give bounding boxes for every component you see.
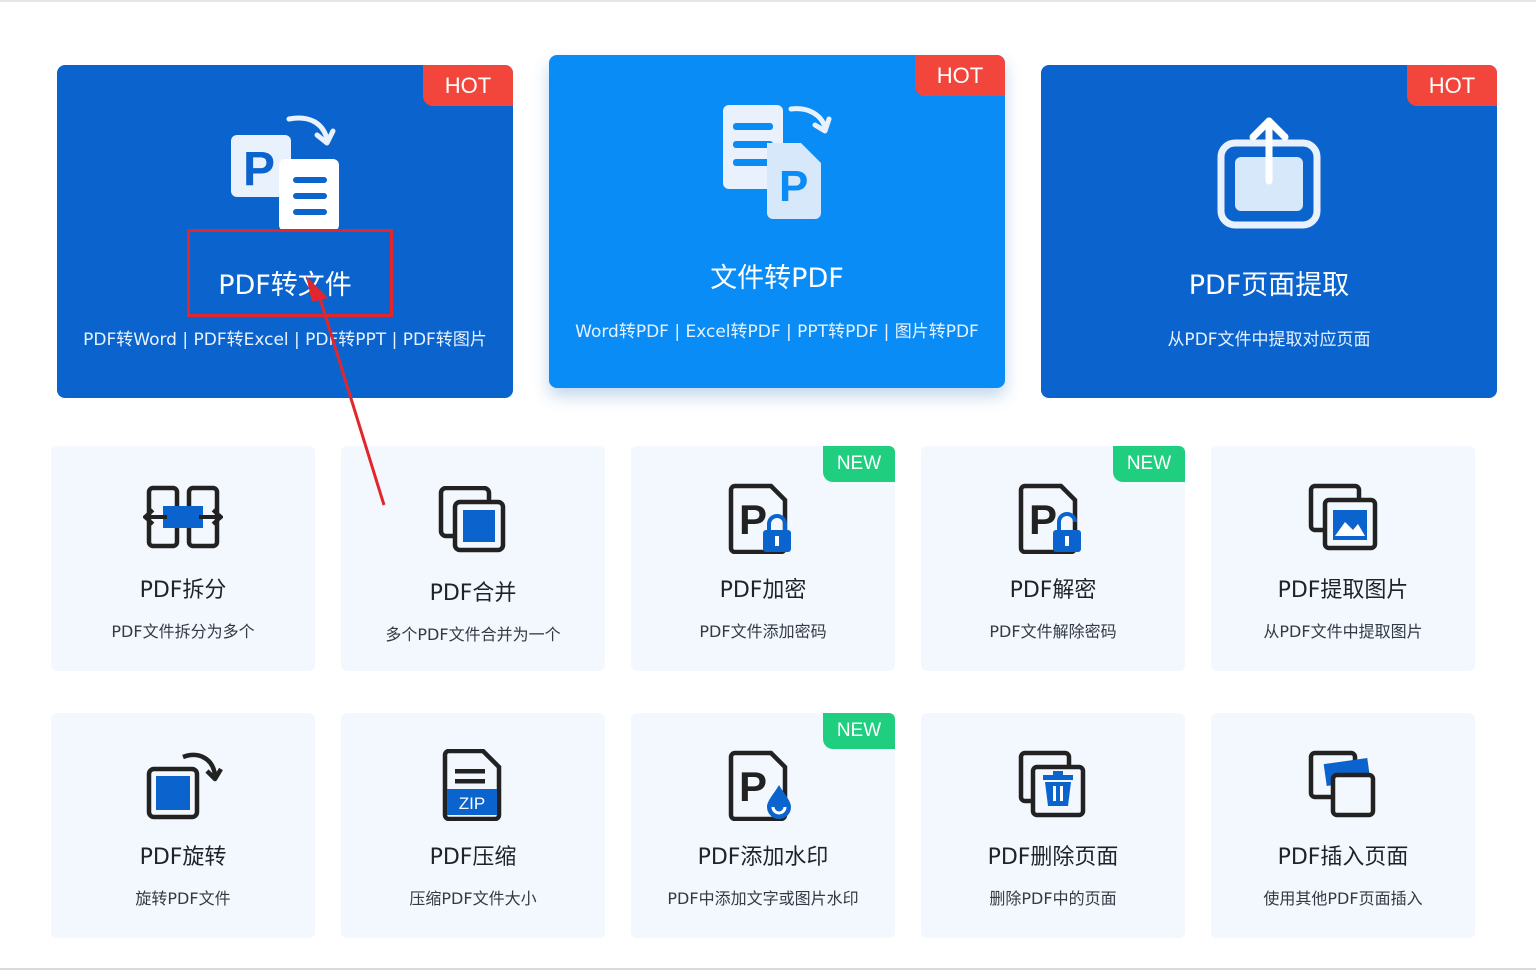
pdf-watermark-card[interactable]: NEW P PDF添加水印 PDF中添加文字或图片水印 [631,713,895,938]
card-subtitle: 删除PDF中的页面 [989,889,1117,908]
trash-icon [1018,750,1086,818]
svg-text:P: P [739,496,767,543]
pdf-decrypt-card[interactable]: NEW P PDF解密 PDF文件解除密码 [921,446,1185,671]
pdf-insert-page-card[interactable]: PDF插入页面 使用其他PDF页面插入 [1211,713,1475,938]
hot-badge: HOT [1407,65,1497,106]
merge-icon [438,486,506,553]
hot-badge: HOT [915,55,1005,96]
annotation-highlight-box [187,229,393,317]
pdf-compress-card[interactable]: ZIP PDF压缩 压缩PDF文件大小 [341,713,605,938]
svg-text:P: P [779,162,808,211]
insert-page-icon [1308,750,1376,818]
card-subtitle: 旋转PDF文件 [135,889,231,908]
svg-text:P: P [1029,496,1057,543]
file-to-pdf-icon: P [723,105,832,219]
card-subtitle: 使用其他PDF页面插入 [1263,889,1423,908]
card-subtitle: PDF转Word | PDF转Excel | PDF转PPT | PDF转图片 [83,330,487,350]
pdf-merge-card[interactable]: PDF合并 多个PDF文件合并为一个 [341,446,605,671]
card-title: PDF合并 [429,581,517,606]
page-extract-card[interactable]: HOT PDF页面提取 从PDF文件中提取对应页面 [1041,65,1497,398]
card-title: PDF解密 [1009,578,1097,603]
pdf-encrypt-card[interactable]: NEW P PDF加密 PDF文件添加密码 [631,446,895,671]
card-subtitle: 从PDF文件中提取对应页面 [1167,330,1371,350]
pdf-to-file-icon: P [231,115,339,231]
card-title: PDF旋转 [139,845,227,870]
page-extract-icon [1217,117,1321,229]
pdf-rotate-card[interactable]: PDF旋转 旋转PDF文件 [51,713,315,938]
new-badge: NEW [1113,446,1185,482]
card-title: PDF加密 [719,578,807,603]
lock-icon: P [728,483,791,554]
card-subtitle: 压缩PDF文件大小 [409,889,537,908]
card-title: PDF添加水印 [697,845,829,870]
card-title: PDF压缩 [429,845,517,870]
zip-label: ZIP [459,794,485,813]
card-title: PDF拆分 [139,578,227,603]
split-icon [143,485,223,549]
zip-icon: ZIP [442,749,502,821]
bottom-divider [0,968,1536,970]
new-badge: NEW [823,446,895,482]
card-title: 文件转PDF [710,263,844,294]
card-subtitle: PDF文件解除密码 [989,622,1117,641]
card-subtitle: Word转PDF | Excel转PDF | PPT转PDF | 图片转PDF [575,322,979,342]
pdf-split-card[interactable]: PDF拆分 PDF文件拆分为多个 [51,446,315,671]
new-badge: NEW [823,713,895,749]
top-divider [0,0,1536,2]
card-subtitle: 从PDF文件中提取图片 [1263,622,1423,641]
card-subtitle: 多个PDF文件合并为一个 [385,625,561,644]
card-title: PDF插入页面 [1277,845,1409,870]
pdf-delete-page-card[interactable]: PDF删除页面 删除PDF中的页面 [921,713,1185,938]
pdf-extract-image-card[interactable]: PDF提取图片 从PDF文件中提取图片 [1211,446,1475,671]
svg-text:P: P [739,763,767,810]
card-subtitle: PDF中添加文字或图片水印 [667,889,859,908]
card-subtitle: PDF文件添加密码 [699,622,827,641]
image-extract-icon [1308,483,1378,551]
card-title: PDF页面提取 [1188,270,1350,301]
file-to-pdf-card[interactable]: HOT P 文件转PDF Word转PDF | Excel转PDF | PPT转… [549,55,1005,388]
card-title: PDF删除页面 [987,845,1119,870]
rotate-icon [146,752,223,820]
unlock-icon: P [1018,483,1081,554]
card-subtitle: PDF文件拆分为多个 [111,622,255,641]
card-title: PDF提取图片 [1277,578,1409,603]
hot-badge: HOT [423,65,513,106]
svg-text:P: P [243,143,275,196]
watermark-icon: P [728,750,791,821]
